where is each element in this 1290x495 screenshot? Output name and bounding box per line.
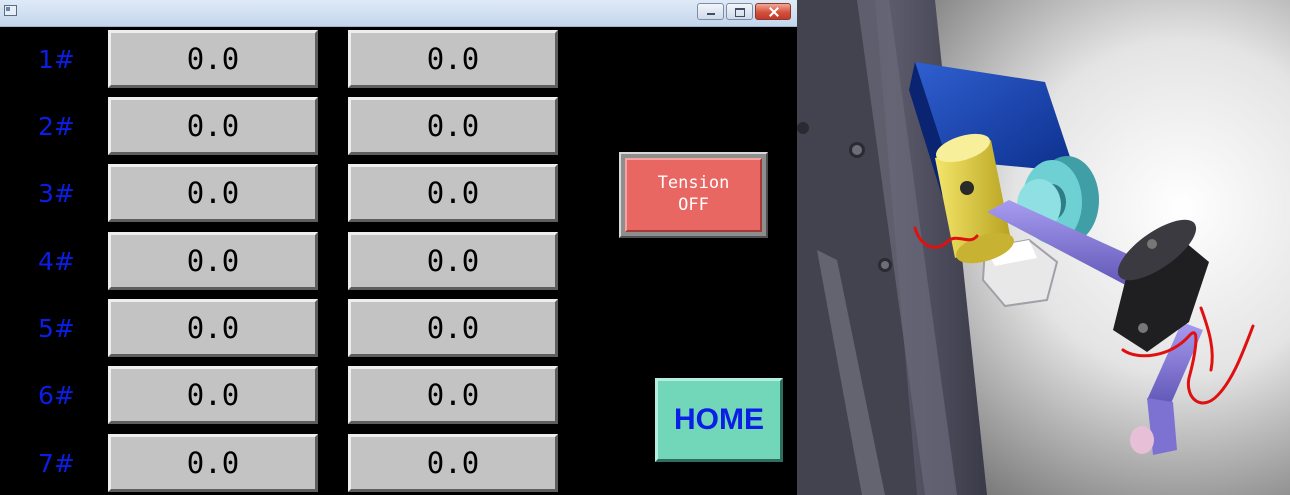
row-label-6: 6#	[38, 381, 75, 410]
row-2-value-a[interactable]: 0.0	[108, 97, 318, 155]
row-label-7: 7#	[38, 449, 75, 478]
row-label-4: 4#	[38, 247, 75, 276]
tension-toggle-button[interactable]: Tension OFF	[619, 152, 768, 238]
minimize-button[interactable]	[697, 3, 724, 20]
row-3-value-b[interactable]: 0.0	[348, 164, 558, 222]
tension-button-state: OFF	[678, 195, 709, 215]
row-1-value-a[interactable]: 0.0	[108, 30, 318, 88]
row-4-value-a[interactable]: 0.0	[108, 232, 318, 290]
row-6-value-b[interactable]: 0.0	[348, 366, 558, 424]
row-2-value-b[interactable]: 0.0	[348, 97, 558, 155]
row-1-value-b[interactable]: 0.0	[348, 30, 558, 88]
row-5-value-a[interactable]: 0.0	[108, 299, 318, 357]
home-button[interactable]: HOME	[655, 378, 783, 462]
row-3-value-a[interactable]: 0.0	[108, 164, 318, 222]
row-7-value-b[interactable]: 0.0	[348, 434, 558, 492]
cad-render-view	[797, 0, 1290, 495]
maximize-button[interactable]	[726, 3, 753, 20]
row-4-value-b[interactable]: 0.0	[348, 232, 558, 290]
row-label-5: 5#	[38, 314, 75, 343]
app-window-icon	[4, 5, 17, 16]
row-6-value-a[interactable]: 0.0	[108, 366, 318, 424]
row-label-3: 3#	[38, 179, 75, 208]
set-screw-hole	[960, 181, 974, 195]
tension-button-label: Tension	[657, 173, 730, 193]
row-7-value-a[interactable]: 0.0	[108, 434, 318, 492]
window-titlebar[interactable]	[0, 0, 797, 27]
row-5-value-b[interactable]: 0.0	[348, 299, 558, 357]
tension-button-face: Tension OFF	[625, 158, 762, 232]
close-button[interactable]	[755, 3, 791, 20]
rod-end-pin	[1130, 426, 1154, 454]
cad-render-image	[797, 0, 1290, 495]
row-label-1: 1#	[38, 45, 75, 74]
hmi-window: 1# 0.0 0.0 2# 0.0 0.0 3# 0.0 0.0 4# 0.0 …	[0, 0, 797, 495]
row-label-2: 2#	[38, 112, 75, 141]
